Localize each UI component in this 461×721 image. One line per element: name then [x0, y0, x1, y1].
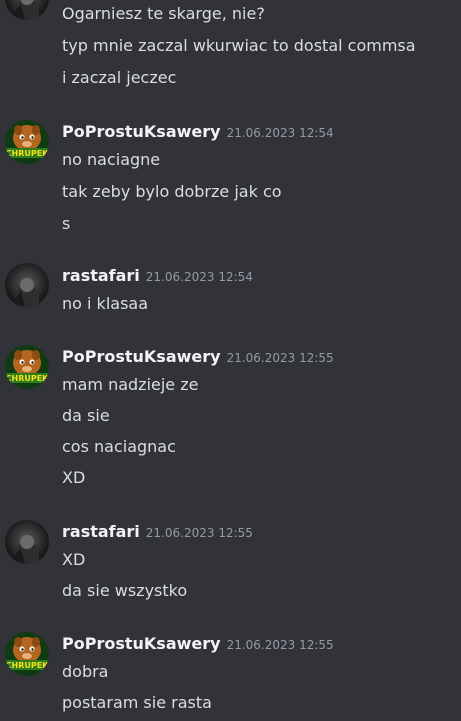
message-header: PoProstuKsawery 21.06.2023 12:55: [62, 633, 334, 655]
message-group: rastafari 21.06.2023 12:55 XD da sie wszy…: [0, 520, 461, 610]
message-line: Ogarniesz te skarge, nie?: [62, 4, 265, 23]
timestamp: 21.06.2023 12:55: [226, 638, 334, 652]
message-group: CHRUPEK PoProstuKsawery 21.06.2023 12:55 …: [0, 632, 461, 721]
rastafari-avatar[interactable]: [5, 0, 49, 20]
username[interactable]: rastafari: [62, 266, 140, 285]
username[interactable]: PoProstuKsawery: [62, 122, 221, 141]
rastafari-avatar[interactable]: [5, 263, 49, 307]
message-line: da sie wszystko: [62, 581, 188, 600]
timestamp: 21.06.2023 12:55: [145, 526, 253, 540]
message-group: rastafari 21.06.2023 12:54 no i klasaa: [0, 263, 461, 323]
timestamp: 21.06.2023 12:55: [226, 351, 334, 365]
message-header: rastafari 21.06.2023 12:54: [62, 265, 253, 287]
message-line: typ mnie zaczal wkurwiac to dostal comms…: [62, 36, 416, 55]
avatar-logo-text: CHRUPEK: [6, 149, 49, 158]
message-line: dobra: [62, 662, 109, 681]
chrupek-avatar[interactable]: CHRUPEK: [5, 120, 49, 164]
chrupek-avatar[interactable]: CHRUPEK: [5, 632, 49, 676]
timestamp: 21.06.2023 12:54: [226, 126, 334, 140]
message-line: XD: [62, 550, 86, 569]
message-line: da sie: [62, 406, 110, 425]
username[interactable]: PoProstuKsawery: [62, 634, 221, 653]
message-line: i zaczal jeczec: [62, 68, 177, 87]
timestamp: 21.06.2023 12:54: [145, 270, 253, 284]
message-line: no i klasaa: [62, 294, 149, 313]
message-line: XD: [62, 468, 86, 487]
message-line: no naciagne: [62, 150, 161, 169]
message-header: PoProstuKsawery 21.06.2023 12:54: [62, 121, 334, 143]
message-group: Ogarniesz te skarge, nie? typ mnie zacza…: [0, 0, 461, 90]
chat-message-list: Ogarniesz te skarge, nie? typ mnie zacza…: [0, 0, 461, 721]
avatar-logo-text: CHRUPEK: [6, 374, 49, 383]
message-line: tak zeby bylo dobrze jak co: [62, 182, 282, 201]
message-line: postaram sie rasta: [62, 693, 212, 712]
username[interactable]: rastafari: [62, 522, 140, 541]
message-group: CHRUPEK PoProstuKsawery 21.06.2023 12:55 …: [0, 345, 461, 495]
message-line: s: [62, 214, 71, 233]
rastafari-avatar[interactable]: [5, 520, 49, 564]
chrupek-avatar[interactable]: CHRUPEK: [5, 345, 49, 389]
message-header: PoProstuKsawery 21.06.2023 12:55: [62, 346, 334, 368]
message-line: cos naciagnac: [62, 437, 176, 456]
message-header: rastafari 21.06.2023 12:55: [62, 521, 253, 543]
username[interactable]: PoProstuKsawery: [62, 347, 221, 366]
avatar-logo-text: CHRUPEK: [6, 661, 49, 670]
message-group: CHRUPEK PoProstuKsawery 21.06.2023 12:54 …: [0, 120, 461, 240]
message-line: mam nadzieje ze: [62, 375, 199, 394]
